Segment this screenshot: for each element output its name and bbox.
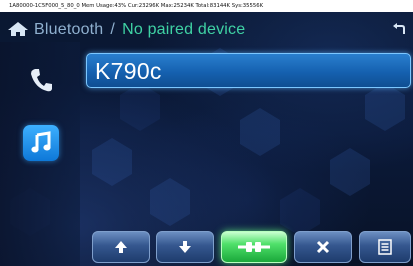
device-list-item[interactable]: K790c: [86, 53, 411, 88]
debug-status-bar: 1A80000-1C5F000_5_80_0 Mem Usage:43% Cur…: [0, 0, 413, 12]
close-icon: [316, 240, 330, 254]
page-title: Bluetooth / No paired device: [34, 21, 245, 39]
title-separator: /: [110, 21, 116, 38]
delete-button[interactable]: [294, 231, 352, 263]
back-button[interactable]: [391, 22, 407, 38]
bottom-toolbar: [90, 231, 413, 264]
home-icon: [8, 22, 28, 36]
menu-button[interactable]: [359, 231, 411, 263]
title-app-name: Bluetooth: [34, 21, 104, 38]
home-button[interactable]: [7, 21, 29, 37]
device-list: K790c: [86, 53, 412, 233]
arrow-down-icon: [179, 241, 191, 253]
sidebar-item-phone[interactable]: [21, 60, 61, 100]
device-name: K790c: [95, 58, 162, 84]
scroll-up-button[interactable]: [92, 231, 150, 263]
connect-button[interactable]: [221, 231, 287, 263]
arrow-up-icon: [115, 241, 127, 253]
list-menu-icon: [378, 239, 392, 255]
sidebar-item-music[interactable]: [23, 125, 59, 161]
bluetooth-screen: 1A80000-1C5F000_5_80_0 Mem Usage:43% Cur…: [0, 0, 413, 266]
header-bar: Bluetooth / No paired device: [0, 12, 413, 42]
pairing-status: No paired device: [122, 21, 246, 38]
sidebar: [0, 42, 80, 266]
connect-icon: [238, 242, 270, 252]
music-note-icon: [31, 131, 51, 153]
phone-icon: [31, 69, 52, 92]
scroll-down-button[interactable]: [156, 231, 214, 263]
back-arrow-icon: [393, 23, 405, 34]
